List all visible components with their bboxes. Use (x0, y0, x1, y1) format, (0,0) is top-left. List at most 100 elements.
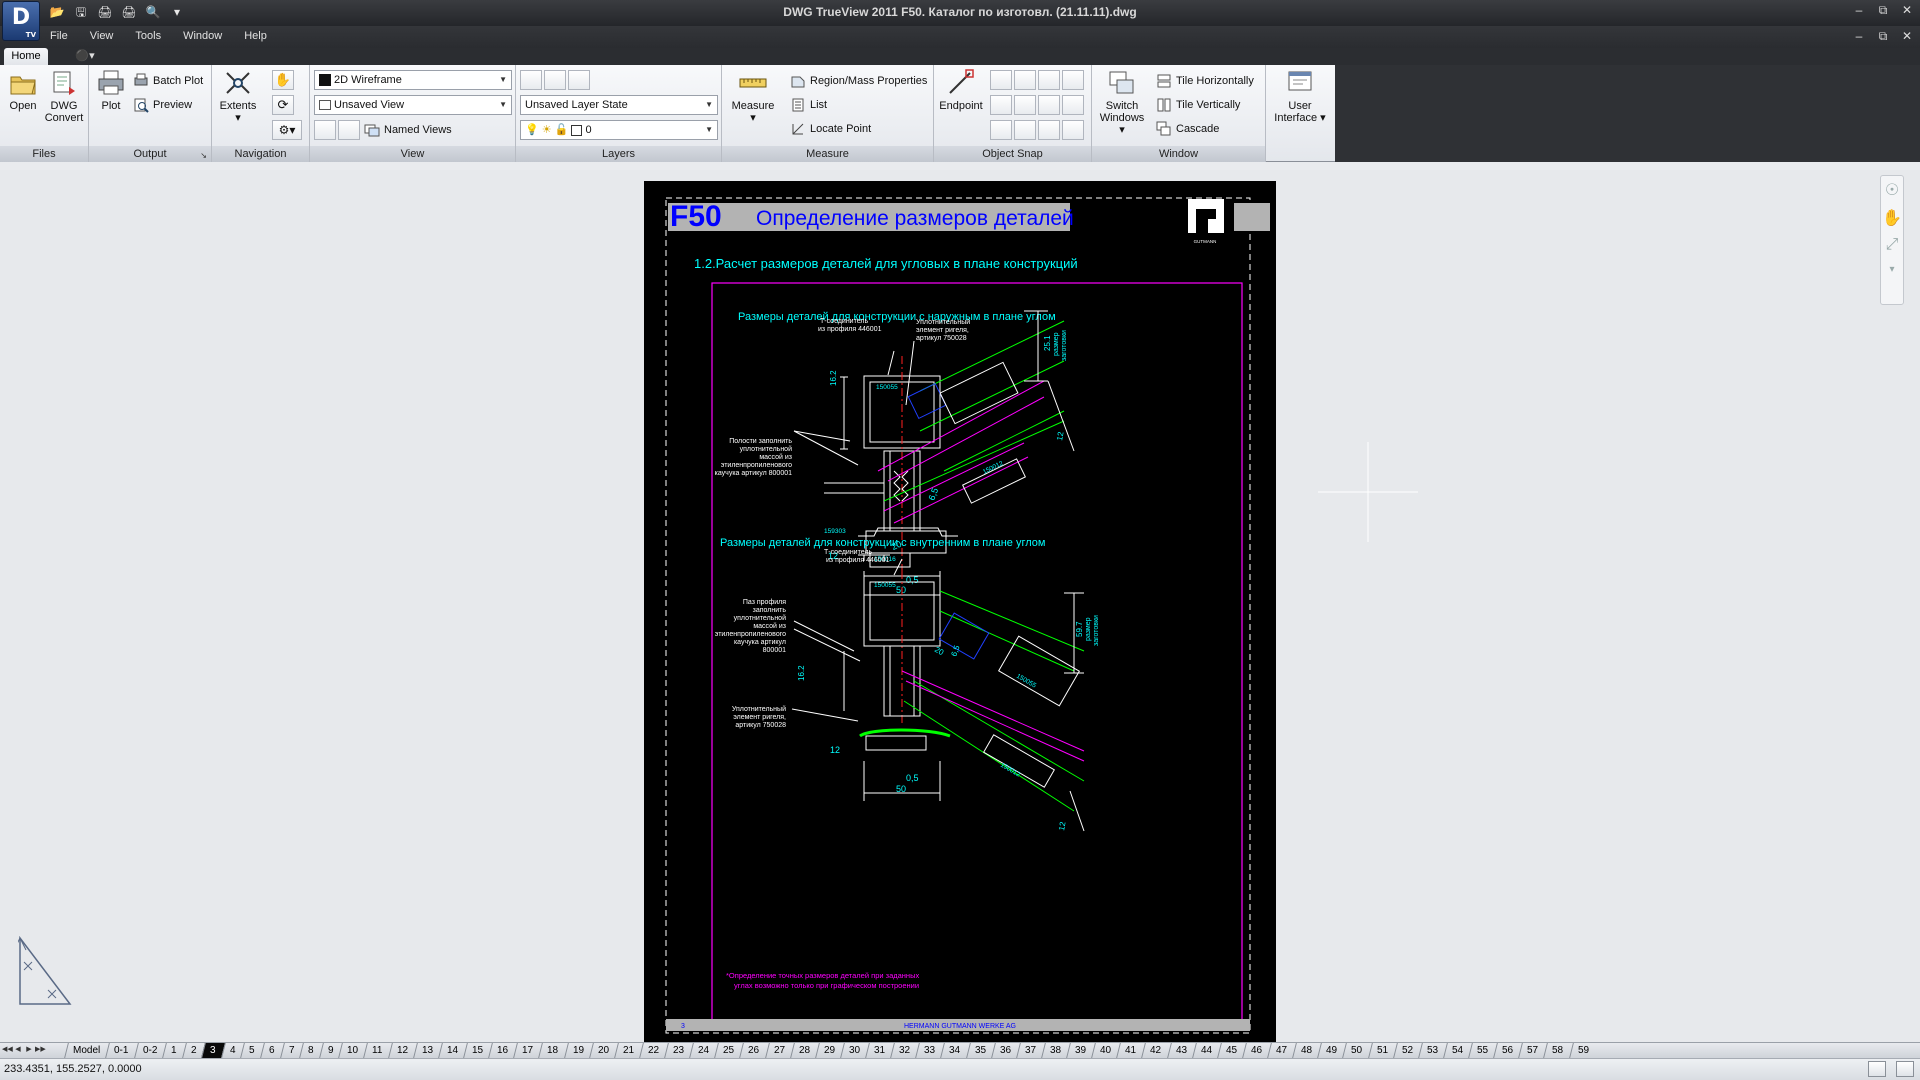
menu-tools[interactable]: Tools (135, 29, 161, 43)
center-snap-icon[interactable] (990, 95, 1012, 115)
tile-vertical-icon (1157, 98, 1171, 112)
layout-tab[interactable]: 27 (764, 1043, 794, 1058)
prev-tab-icon[interactable]: ◀ (13, 1044, 23, 1056)
layout-tab[interactable]: 42 (1141, 1043, 1171, 1058)
extents-button[interactable]: Extents ▾ (216, 69, 260, 124)
tab-home[interactable]: Home (4, 48, 48, 65)
annotation-monitor-icon[interactable] (1868, 1061, 1886, 1077)
tile-horizontally-button[interactable]: Tile Horizontally (1156, 72, 1254, 90)
measure-button[interactable]: Measure ▾ (728, 69, 778, 124)
restore-icon[interactable]: ⧉ (1876, 3, 1890, 17)
layer-previous-icon[interactable] (544, 70, 566, 90)
layer-isolate-icon[interactable] (568, 70, 590, 90)
layout-tab[interactable]: 36 (990, 1043, 1020, 1058)
layout-tab[interactable]: 50 (1342, 1043, 1372, 1058)
close-icon[interactable]: ✕ (1900, 3, 1914, 17)
apparent-intersection-snap-icon[interactable] (1038, 70, 1060, 90)
doc-restore-icon[interactable]: ⧉ (1876, 29, 1890, 43)
region-mass-button[interactable]: Region/Mass Properties (790, 72, 927, 90)
open-button[interactable]: Open (5, 69, 41, 112)
layout-tab[interactable]: 26 (739, 1043, 769, 1058)
plot-button[interactable]: Plot (93, 69, 129, 112)
doc-close-icon[interactable]: ✕ (1900, 29, 1914, 43)
svg-text:каучука артикул 800001: каучука артикул 800001 (715, 470, 792, 477)
switch-windows-button[interactable]: Switch Windows ▾ (1096, 69, 1148, 136)
next-tab-icon[interactable]: ▶ (24, 1044, 34, 1056)
pan-icon[interactable]: ✋ (1882, 208, 1902, 232)
steering-wheel-icon[interactable]: ⚙▾ (272, 120, 302, 140)
tangent-snap-icon[interactable] (1038, 95, 1060, 115)
layout-tab[interactable]: 59 (1568, 1043, 1598, 1058)
nav-bar-menu-icon[interactable]: ▾ (1882, 264, 1902, 288)
current-layer-dropdown[interactable]: 💡 ☀ 🔓 0 ▼ (520, 120, 718, 140)
tile-vertically-button[interactable]: Tile Vertically (1156, 96, 1240, 114)
application-menu-button[interactable]: D TV (2, 1, 40, 41)
intersection-snap-icon[interactable] (1014, 70, 1036, 90)
perpendicular-snap-icon[interactable] (990, 120, 1012, 140)
layout-tab[interactable]: 43 (1166, 1043, 1196, 1058)
layout-tab[interactable]: 20 (588, 1043, 618, 1058)
tab-model[interactable]: Model (64, 1043, 110, 1058)
first-tab-icon[interactable]: ◀◀ (2, 1044, 13, 1056)
layout-tab[interactable]: 44 (1191, 1043, 1221, 1058)
layout-sheet: F50 Определение размеров деталей GUTMANN… (644, 181, 1276, 1042)
layout-tab[interactable]: 18 (538, 1043, 568, 1058)
parallel-snap-icon[interactable] (1014, 120, 1036, 140)
saved-view-dropdown[interactable]: Unsaved View ▼ (314, 95, 512, 115)
steering-wheel-icon[interactable]: ☉ (1882, 180, 1902, 204)
pan-hand-icon[interactable]: ✋ (272, 70, 294, 90)
layer-state-dropdown[interactable]: Unsaved Layer State ▼ (520, 95, 718, 115)
menu-file[interactable]: File (50, 29, 68, 43)
user-interface-button[interactable]: User Interface ▾ (1272, 69, 1328, 124)
drawing-canvas[interactable]: F50 Определение размеров деталей GUTMANN… (0, 170, 1920, 1042)
user-interface-icon (1288, 71, 1312, 91)
layout-tab[interactable]: 11 (363, 1043, 392, 1058)
minimize-icon[interactable]: – (1852, 3, 1866, 17)
layout-tab[interactable]: 0-2 (133, 1043, 167, 1058)
dwg-convert-button[interactable]: DWG Convert (44, 69, 84, 124)
layout-tab[interactable]: 58 (1543, 1043, 1573, 1058)
view-cube-icon[interactable] (338, 120, 360, 140)
endpoint-button[interactable]: Endpoint (936, 69, 986, 112)
extension-snap-icon[interactable] (1062, 70, 1084, 90)
status-bar: 233.4351, 155.2527, 0.0000 (0, 1058, 1920, 1080)
view-manager-icon[interactable] (314, 120, 336, 140)
svg-text:Полости заполнить: Полости заполнить (729, 438, 792, 445)
layout-tab[interactable]: 12 (387, 1043, 417, 1058)
zoom-icon[interactable]: ⤢ (1882, 236, 1902, 260)
layout-tab[interactable]: 35 (965, 1043, 995, 1058)
orbit-icon[interactable]: ⟳ (272, 95, 294, 115)
layout-tab[interactable]: 51 (1367, 1043, 1397, 1058)
nearest-snap-icon[interactable] (1038, 120, 1060, 140)
last-tab-icon[interactable]: ▶▶ (35, 1044, 46, 1056)
layout-tab[interactable]: 34 (940, 1043, 970, 1058)
named-views-button[interactable]: Named Views (364, 121, 452, 139)
node-snap-icon[interactable] (1062, 95, 1084, 115)
layer-properties-icon[interactable] (520, 70, 542, 90)
svg-text:массой из: массой из (753, 622, 786, 630)
list-button[interactable]: List (790, 96, 827, 114)
preview-button[interactable]: Preview (133, 96, 192, 114)
layout-tab[interactable]: 19 (563, 1043, 593, 1058)
menu-window[interactable]: Window (183, 29, 222, 43)
batch-plot-button[interactable]: Batch Plot (133, 72, 203, 90)
visual-style-dropdown[interactable]: 2D Wireframe ▼ (314, 70, 512, 90)
snap-settings-icon[interactable] (1062, 120, 1084, 140)
menu-help[interactable]: Help (244, 29, 267, 43)
panel-measure: Measure ▾ Region/Mass Properties List Loc… (722, 65, 934, 162)
ribbon-options-icon[interactable]: ⚫▾ (70, 48, 100, 65)
layout-tab[interactable]: 28 (789, 1043, 819, 1058)
cascade-button[interactable]: Cascade (1156, 120, 1219, 138)
quadrant-snap-icon[interactable] (1014, 95, 1036, 115)
panel-navigation: Extents ▾ ✋ ⟳ ⚙▾ Navigation (212, 65, 310, 162)
locate-point-button[interactable]: Locate Point (790, 120, 871, 138)
menu-view[interactable]: View (90, 29, 114, 43)
midpoint-snap-icon[interactable] (990, 70, 1012, 90)
layout-tab[interactable]: 0-1 (105, 1043, 138, 1058)
layout-tab[interactable]: 52 (1392, 1043, 1422, 1058)
clean-screen-icon[interactable] (1896, 1061, 1914, 1077)
panel-expand-icon[interactable]: ↘ (200, 151, 207, 160)
svg-text:заготовки: заготовки (1093, 615, 1100, 646)
doc-minimize-icon[interactable]: – (1852, 29, 1866, 43)
svg-text:Т-соединитель: Т-соединитель (820, 318, 868, 325)
